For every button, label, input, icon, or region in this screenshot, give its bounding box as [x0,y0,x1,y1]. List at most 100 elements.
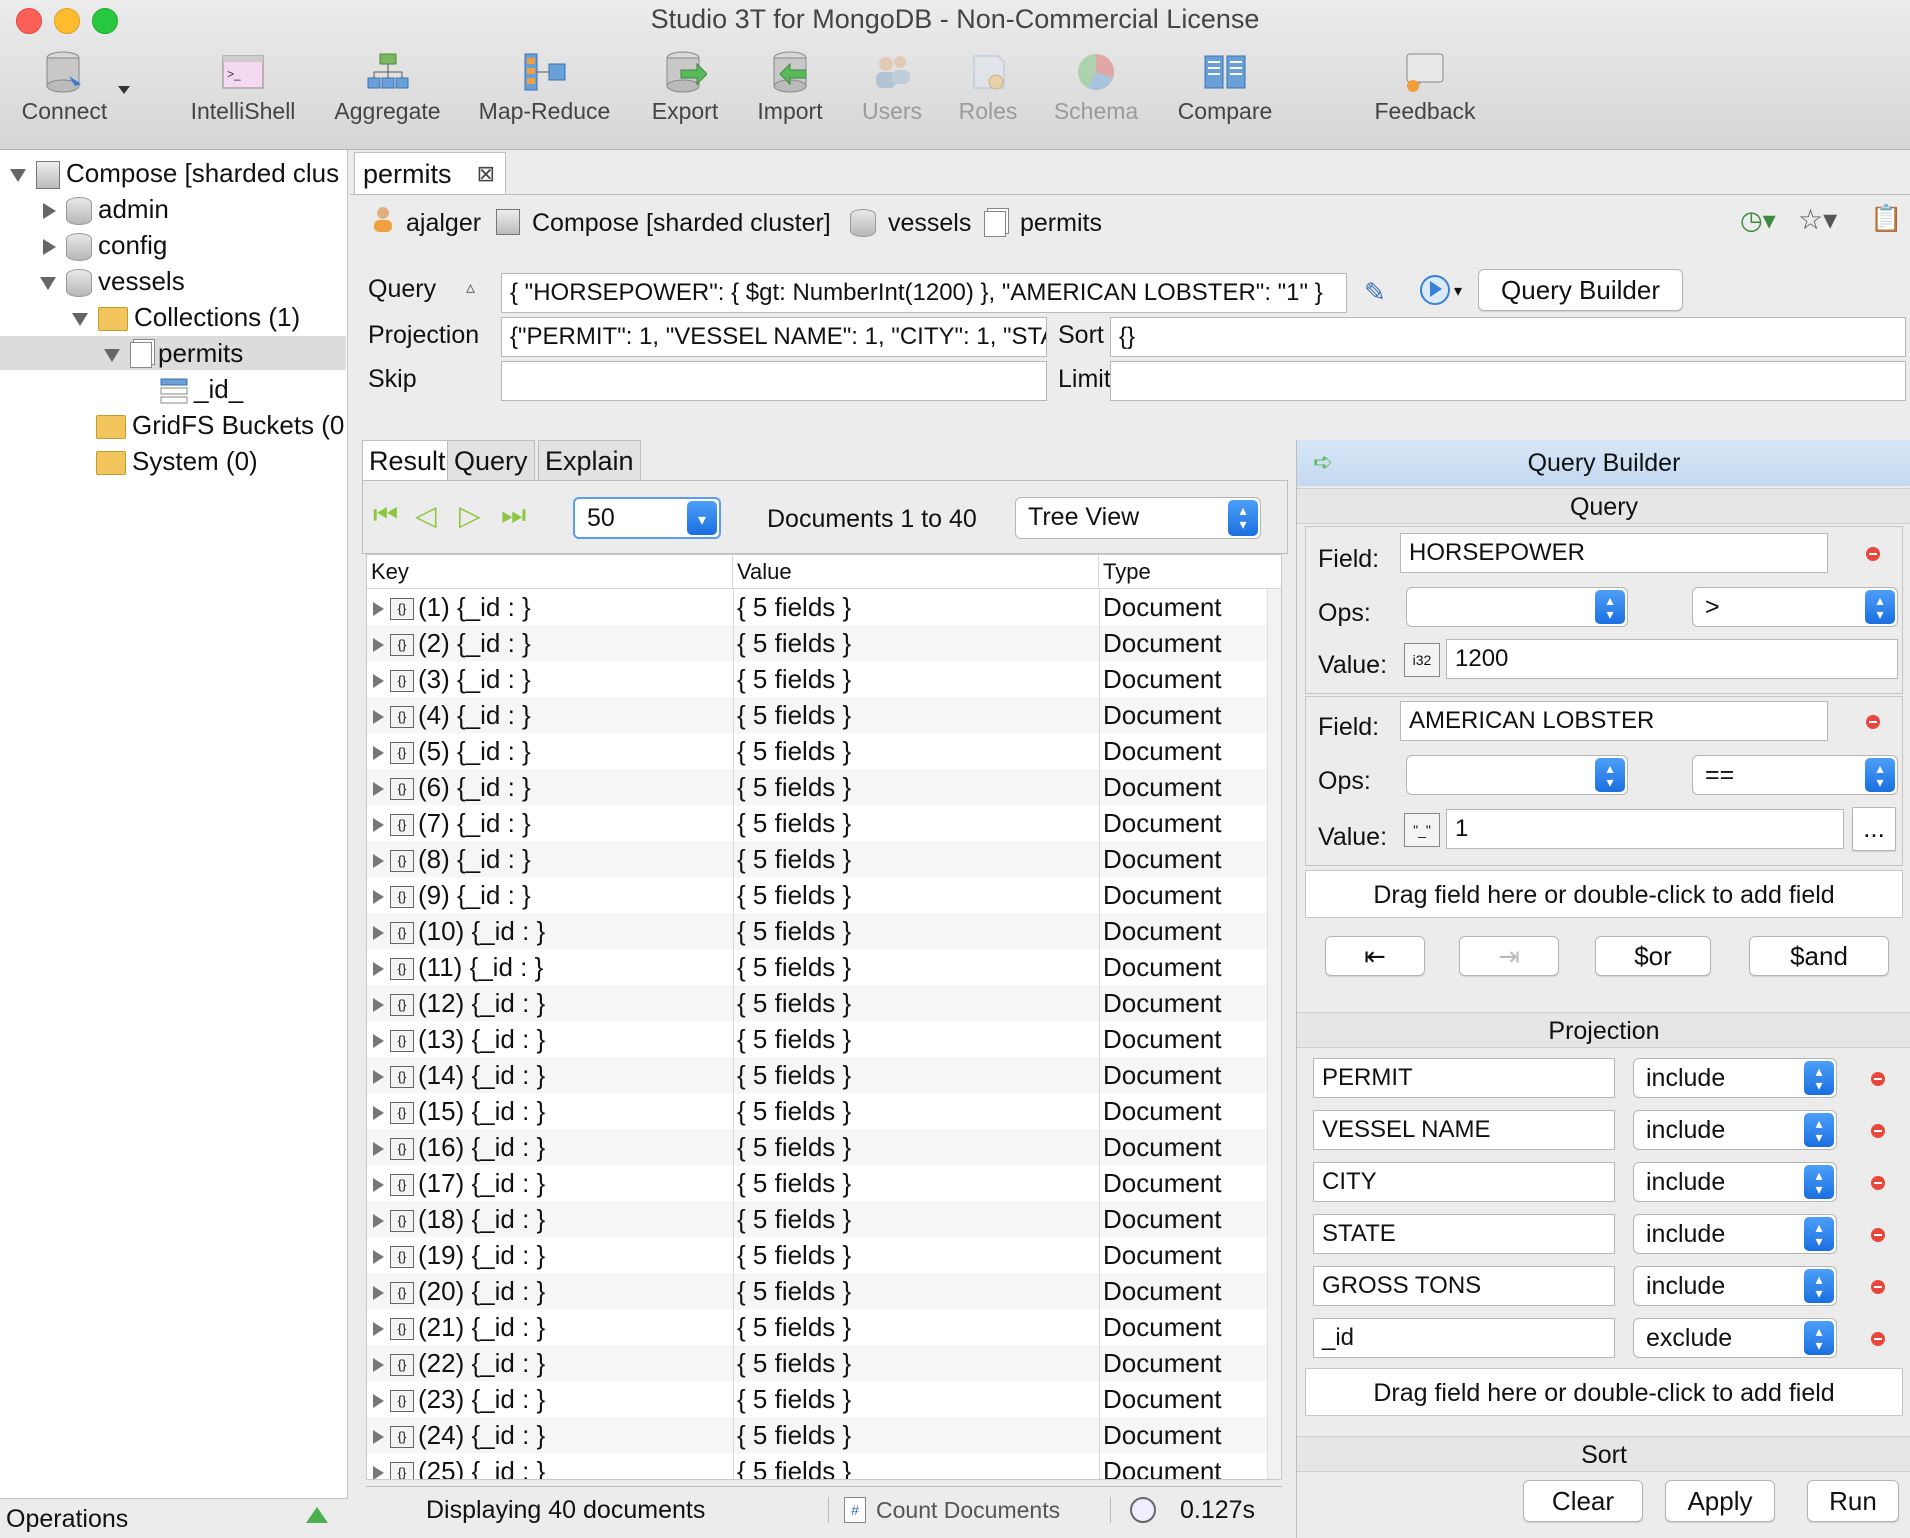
remove-projection-icon[interactable] [1871,1228,1885,1242]
operator-select[interactable]: > ▴ ▾ [1692,587,1898,627]
tree-item-index-id[interactable]: _id_ [160,372,340,406]
projection-field-input[interactable]: VESSEL NAME [1313,1110,1615,1150]
projection-mode-select[interactable]: include ▴ ▾ [1633,1214,1837,1254]
expand-triangle-icon[interactable] [373,710,384,725]
expand-triangle-icon[interactable] [373,674,384,689]
sort-input[interactable]: {} [1110,317,1906,357]
tab-query[interactable]: Query [447,440,535,480]
skip-input[interactable] [501,361,1047,401]
table-row[interactable]: {} (11) {_id : } { 5 fields } Document [367,949,1267,985]
projection-input[interactable]: {"PERMIT": 1, "VESSEL NAME": 1, "CITY": … [501,317,1047,357]
table-row[interactable]: {} (25) {_id : } { 5 fields } Document [367,1453,1267,1479]
and-button[interactable]: $and [1749,936,1889,976]
tree-item-vessels[interactable]: vessels [40,264,340,298]
breadcrumb-server[interactable]: Compose [sharded cluster] [532,209,831,238]
query-drop-zone[interactable]: Drag field here or double-click to add f… [1305,870,1903,918]
expand-triangle-icon[interactable] [373,1034,384,1049]
expand-triangle-icon[interactable] [373,926,384,941]
users-button[interactable]: Users [852,50,932,140]
int32-type-icon[interactable]: i32 [1404,643,1440,677]
expand-triangle-icon[interactable] [373,854,384,869]
vertical-scrollbar[interactable] [1267,589,1281,1479]
import-button[interactable]: Import [750,50,830,140]
table-row[interactable]: {} (9) {_id : } { 5 fields } Document [367,877,1267,913]
projection-mode-select[interactable]: include ▴ ▾ [1633,1110,1837,1150]
table-row[interactable]: {} (23) {_id : } { 5 fields } Document [367,1381,1267,1417]
expand-triangle-icon[interactable] [373,1106,384,1121]
count-documents-button[interactable]: Count Documents [876,1487,1060,1533]
column-header-key[interactable]: Key [367,555,733,589]
table-row[interactable]: {} (18) {_id : } { 5 fields } Document [367,1201,1267,1237]
table-row[interactable]: {} (7) {_id : } { 5 fields } Document [367,805,1267,841]
condition-value-input[interactable]: 1 [1446,809,1844,849]
column-header-value[interactable]: Value [733,555,1099,589]
table-row[interactable]: {} (24) {_id : } { 5 fields } Document [367,1417,1267,1453]
clipboard-icon[interactable]: 📋 [1870,203,1902,234]
expand-triangle-icon[interactable] [373,1070,384,1085]
string-type-icon[interactable]: "_" [1404,813,1440,847]
outdent-button[interactable]: ⇤ [1325,936,1425,976]
tree-item-gridfs[interactable]: GridFS Buckets (0 [96,408,346,442]
more-options-button[interactable]: ... [1852,807,1896,851]
last-page-icon[interactable]: ⏭ [501,499,526,532]
table-row[interactable]: {} (12) {_id : } { 5 fields } Document [367,985,1267,1021]
export-button[interactable]: Export [645,50,725,140]
table-row[interactable]: {} (6) {_id : } { 5 fields } Document [367,769,1267,805]
favorite-star-icon[interactable]: ☆▾ [1798,203,1837,236]
aggregate-button[interactable]: Aggregate [330,50,445,140]
expand-triangle-icon[interactable] [373,890,384,905]
remove-projection-icon[interactable] [1871,1280,1885,1294]
table-row[interactable]: {} (4) {_id : } { 5 fields } Document [367,697,1267,733]
view-mode-select[interactable]: Tree View ▴ ▾ [1015,497,1261,539]
ops-modifier-select[interactable]: ▴ ▾ [1406,587,1628,627]
clear-button[interactable]: Clear [1523,1480,1643,1522]
operations-panel-header[interactable]: Operations [0,1498,348,1538]
remove-condition-icon[interactable] [1866,715,1880,729]
expand-triangle-icon[interactable] [373,1358,384,1373]
or-button[interactable]: $or [1595,936,1711,976]
expand-triangle-icon[interactable] [373,1322,384,1337]
breadcrumb-db[interactable]: vessels [888,209,971,238]
operator-select[interactable]: == ▴ ▾ [1692,755,1898,795]
edit-query-icon[interactable]: ✎ [1364,277,1386,308]
remove-projection-icon[interactable] [1871,1332,1885,1346]
table-row[interactable]: {} (10) {_id : } { 5 fields } Document [367,913,1267,949]
expand-triangle-icon[interactable] [373,782,384,797]
history-icon[interactable]: ◷▾ [1740,205,1776,236]
expand-triangle-icon[interactable] [373,962,384,977]
table-row[interactable]: {} (14) {_id : } { 5 fields } Document [367,1057,1267,1093]
projection-mode-select[interactable]: exclude ▴ ▾ [1633,1318,1837,1358]
arrow-right-icon[interactable]: ➪ [1313,440,1333,486]
collapse-triangle-icon[interactable] [104,348,120,362]
expand-triangle-icon[interactable] [373,1286,384,1301]
tab-permits[interactable]: permits ⊠ [354,152,506,194]
tree-item-system[interactable]: System (0) [96,444,346,478]
ops-modifier-select[interactable]: ▴ ▾ [1406,755,1628,795]
projection-field-input[interactable]: _id [1313,1318,1615,1358]
schema-button[interactable]: Schema [1050,50,1142,140]
connect-dropdown-icon[interactable] [118,86,130,94]
expand-triangle-icon[interactable] [43,239,56,256]
table-row[interactable]: {} (5) {_id : } { 5 fields } Document [367,733,1267,769]
table-row[interactable]: {} (2) {_id : } { 5 fields } Document [367,625,1267,661]
projection-field-input[interactable]: STATE [1313,1214,1615,1254]
table-row[interactable]: {} (15) {_id : } { 5 fields } Document [367,1093,1267,1129]
tree-item-config[interactable]: config [40,228,340,262]
condition-value-input[interactable]: 1200 [1446,639,1898,679]
connect-button[interactable]: Connect [12,50,117,140]
run-dropdown-icon[interactable]: ▾ [1454,281,1462,301]
breadcrumb-collection[interactable]: permits [1020,209,1102,238]
table-row[interactable]: {} (20) {_id : } { 5 fields } Document [367,1273,1267,1309]
run-button[interactable]: Run [1807,1480,1899,1522]
expand-triangle-icon[interactable] [373,1250,384,1265]
expand-triangle-icon[interactable] [373,1178,384,1193]
remove-projection-icon[interactable] [1871,1072,1885,1086]
expand-triangle-icon[interactable] [373,1214,384,1229]
close-tab-icon[interactable]: ⊠ [477,153,495,195]
map-reduce-button[interactable]: Map-Reduce [477,50,612,140]
projection-mode-select[interactable]: include ▴ ▾ [1633,1266,1837,1306]
expand-triangle-icon[interactable] [373,746,384,761]
projection-drop-zone[interactable]: Drag field here or double-click to add f… [1305,1368,1903,1416]
projection-field-input[interactable]: CITY [1313,1162,1615,1202]
page-size-select[interactable]: 50 ▾ [573,497,721,539]
